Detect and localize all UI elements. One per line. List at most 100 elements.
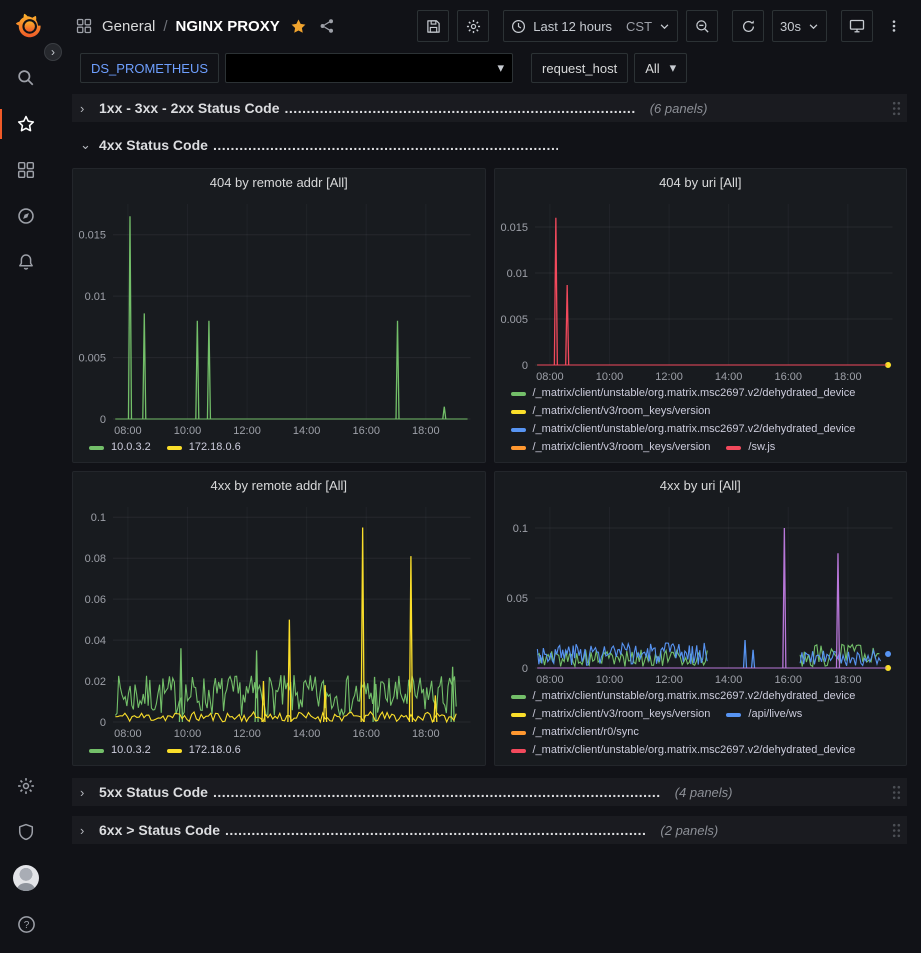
legend: 10.0.3.2 172.18.0.6: [73, 439, 485, 462]
svg-text:12:00: 12:00: [233, 728, 261, 740]
panel-404-by-uri: 404 by uri [All] 08:0010:0012:0014:0016:…: [494, 168, 908, 463]
row-drag-handle[interactable]: [892, 785, 901, 800]
legend-item[interactable]: /_matrix/client/r0/sync: [511, 725, 639, 740]
legend-item[interactable]: /_matrix/client/v3/room_keys/version: [511, 707, 711, 722]
panels-count: (2 panels): [660, 823, 718, 838]
time-range-picker[interactable]: Last 12 hours CST: [503, 10, 678, 42]
row-drag-handle[interactable]: [892, 101, 901, 116]
chevron-right-icon: ›: [80, 785, 90, 800]
sidebar-item-search[interactable]: [0, 55, 52, 101]
ds-variable-value-dropdown[interactable]: ▾: [225, 53, 513, 83]
svg-text:08:00: 08:00: [536, 371, 564, 383]
chevron-down-icon: [808, 21, 819, 32]
sidebar-expand-button[interactable]: ›: [44, 43, 62, 61]
ds-variable-label[interactable]: DS_PROMETHEUS: [80, 53, 219, 83]
svg-text:10:00: 10:00: [595, 371, 623, 383]
time-series-chart[interactable]: 08:0010:0012:0014:0016:0018:0000.0050.01…: [73, 196, 485, 439]
share-icon[interactable]: [317, 16, 337, 36]
top-navigation-bar: General / NGINX PROXY: [52, 0, 921, 52]
sidebar-item-alerting[interactable]: [0, 239, 52, 285]
svg-text:16:00: 16:00: [774, 371, 802, 383]
svg-text:0.015: 0.015: [78, 230, 106, 242]
legend-item[interactable]: /api/live/ws: [726, 707, 802, 722]
legend-item[interactable]: /_matrix/client/unstable/org.matrix.msc2…: [511, 386, 856, 401]
sidebar-item-starred[interactable]: [0, 101, 52, 147]
svg-text:0.05: 0.05: [506, 593, 527, 605]
refresh-button[interactable]: [732, 10, 764, 42]
chevron-down-icon: ▾: [498, 60, 505, 76]
legend-item[interactable]: /_matrix/client/unstable/org.matrix.msc2…: [511, 422, 856, 437]
host-variable-value-dropdown[interactable]: All ▾: [634, 53, 687, 83]
sidebar-item-server-admin[interactable]: [0, 809, 52, 855]
breadcrumb-section[interactable]: General: [102, 18, 155, 35]
save-dashboard-button[interactable]: [417, 10, 449, 42]
panel-title[interactable]: 4xx by uri [All]: [495, 472, 907, 499]
svg-text:0.04: 0.04: [85, 635, 106, 647]
zoom-out-time-button[interactable]: [686, 10, 718, 42]
refresh-icon: [741, 19, 756, 34]
dashboard-content: › 1xx - 3xx - 2xx Status Code ..........…: [52, 92, 921, 844]
legend-item[interactable]: 172.18.0.6: [167, 743, 241, 758]
svg-text:16:00: 16:00: [774, 674, 802, 686]
svg-text:0.01: 0.01: [506, 268, 527, 280]
gear-icon: [466, 19, 481, 34]
svg-text:0.02: 0.02: [85, 676, 106, 688]
svg-text:10:00: 10:00: [174, 425, 202, 437]
chevron-right-icon: ›: [80, 101, 90, 116]
svg-text:0.06: 0.06: [85, 594, 106, 606]
svg-text:16:00: 16:00: [352, 425, 380, 437]
time-series-chart[interactable]: 08:0010:0012:0014:0016:0018:0000.0050.01…: [495, 196, 907, 385]
help-icon: ?: [17, 915, 36, 934]
legend-item[interactable]: /_matrix/client/unstable/org.matrix.msc2…: [511, 743, 856, 758]
panels-grid: 404 by remote addr [All] 08:00 10:00 12:00…: [72, 168, 907, 766]
favorite-star-icon[interactable]: [288, 16, 309, 37]
legend-item[interactable]: 10.0.3.2: [89, 440, 151, 455]
legend-item[interactable]: 172.18.0.6: [167, 440, 241, 455]
kiosk-mode-button[interactable]: [841, 10, 873, 42]
sidebar-item-explore[interactable]: [0, 193, 52, 239]
legend-item[interactable]: /_matrix/client/v3/room_keys/version: [511, 404, 711, 419]
svg-text:10:00: 10:00: [174, 728, 202, 740]
svg-text:0.1: 0.1: [512, 523, 527, 535]
timezone-label: CST: [626, 19, 652, 34]
legend: /_matrix/client/unstable/org.matrix.msc2…: [495, 688, 907, 765]
time-series-chart[interactable]: 08:0010:0012:0014:0016:0018:0000.020.040…: [73, 499, 485, 742]
kebab-menu-button[interactable]: [881, 10, 907, 42]
legend-item[interactable]: /_matrix/client/v3/room_keys/version: [511, 440, 711, 455]
legend-item[interactable]: 10.0.3.2: [89, 743, 151, 758]
grafana-logo-icon[interactable]: [9, 9, 43, 43]
svg-text:12:00: 12:00: [233, 425, 261, 437]
chevron-down-icon: [659, 21, 670, 32]
sidebar-item-profile[interactable]: [0, 855, 52, 901]
panel-title[interactable]: 4xx by remote addr [All]: [73, 472, 485, 499]
breadcrumb-dashboard-title[interactable]: NGINX PROXY: [176, 18, 280, 35]
row-drag-handle[interactable]: [892, 823, 901, 838]
time-series-chart[interactable]: 08:0010:0012:0014:0016:0018:0000.050.1: [495, 499, 907, 688]
sidebar-item-configuration[interactable]: [0, 763, 52, 809]
svg-text:10:00: 10:00: [595, 674, 623, 686]
svg-text:08:00: 08:00: [536, 674, 564, 686]
row-1xx-3xx-2xx[interactable]: › 1xx - 3xx - 2xx Status Code ..........…: [72, 94, 907, 122]
svg-text:?: ?: [23, 920, 29, 931]
row-6xx[interactable]: › 6xx > Status Code ....................…: [72, 816, 907, 844]
svg-text:14:00: 14:00: [714, 371, 742, 383]
panel-title[interactable]: 404 by uri [All]: [495, 169, 907, 196]
dashboard-settings-button[interactable]: [457, 10, 489, 42]
svg-text:18:00: 18:00: [834, 674, 862, 686]
sidebar-item-help[interactable]: ?: [0, 901, 52, 947]
dashboards-grid-icon: [17, 161, 35, 179]
row-4xx[interactable]: ⌄ 4xx Status Code ......................…: [72, 132, 907, 158]
sidebar-item-dashboards[interactable]: [0, 147, 52, 193]
dashboard-variables-bar: DS_PROMETHEUS ▾ request_host All ▾: [52, 52, 921, 92]
panel-title[interactable]: 404 by remote addr [All]: [73, 169, 485, 196]
host-variable-label[interactable]: request_host: [531, 53, 628, 83]
row-5xx[interactable]: › 5xx Status Code ......................…: [72, 778, 907, 806]
refresh-interval-dropdown[interactable]: 30s: [772, 10, 827, 42]
legend-item[interactable]: /sw.js: [726, 440, 775, 455]
legend-item[interactable]: /_matrix/client/unstable/org.matrix.msc2…: [511, 689, 856, 704]
breadcrumb: General / NGINX PROXY: [74, 16, 409, 37]
row-title: 6xx > Status Code: [99, 822, 220, 838]
svg-text:0.005: 0.005: [500, 314, 528, 326]
legend: 10.0.3.2 172.18.0.6: [73, 742, 485, 765]
svg-text:08:00: 08:00: [114, 728, 142, 740]
